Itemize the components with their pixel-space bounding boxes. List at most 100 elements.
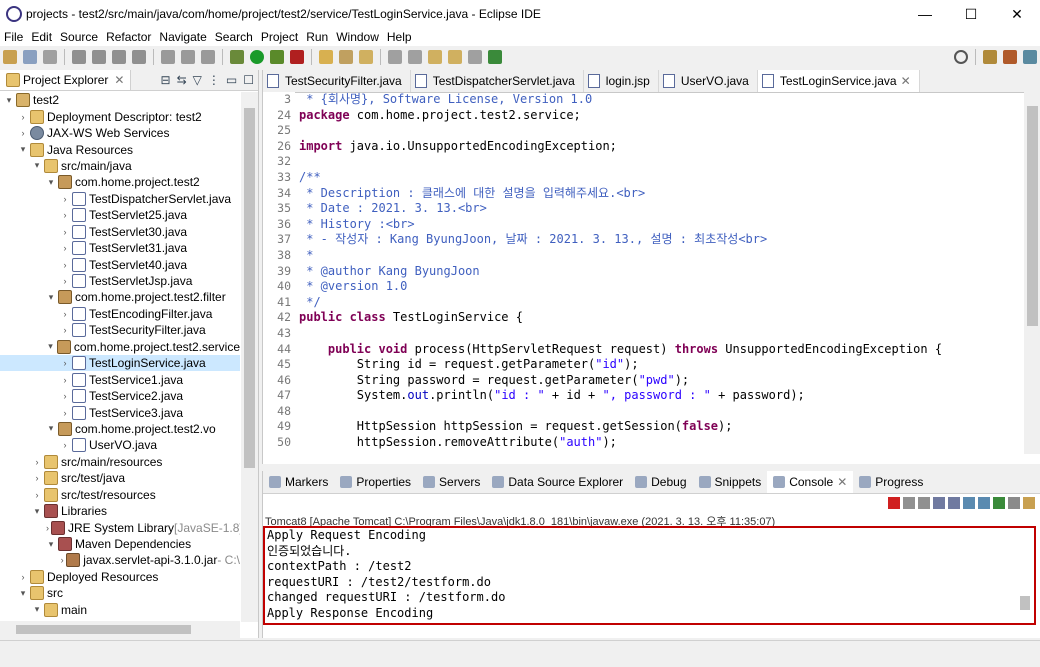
editor-tab[interactable]: TestDispatcherServlet.java: [411, 70, 584, 92]
close-icon[interactable]: ✕: [114, 73, 124, 87]
perspective-debug-icon[interactable]: [1003, 50, 1017, 64]
run-icon[interactable]: [250, 50, 264, 64]
tree-item[interactable]: › src/test/java: [0, 470, 240, 486]
collapse-arrow-icon[interactable]: ▾: [46, 539, 56, 550]
tree-item[interactable]: › TestSecurityFilter.java: [0, 322, 240, 338]
forward-icon[interactable]: [468, 50, 482, 64]
tree-item[interactable]: › TestService3.java: [0, 404, 240, 420]
terminate-icon[interactable]: [888, 497, 900, 509]
debug-icon[interactable]: [230, 50, 244, 64]
tree-item[interactable]: › src/main/resources: [0, 454, 240, 470]
tree-item[interactable]: › TestDispatcherServlet.java: [0, 191, 240, 207]
tree-item[interactable]: ▾ test2: [0, 92, 240, 108]
search-tool-icon[interactable]: [359, 50, 373, 64]
terminate-icon[interactable]: [112, 50, 126, 64]
collapse-arrow-icon[interactable]: ▾: [32, 604, 42, 615]
tree-item[interactable]: › TestLoginService.java: [0, 355, 240, 372]
menu-search[interactable]: Search: [211, 30, 257, 44]
suspend-icon[interactable]: [92, 50, 106, 64]
open-task-icon[interactable]: [339, 50, 353, 64]
explorer-vertical-scrollbar[interactable]: [241, 92, 258, 622]
expand-arrow-icon[interactable]: ›: [60, 375, 70, 385]
show-on-output-icon[interactable]: [963, 497, 975, 509]
expand-arrow-icon[interactable]: ›: [60, 194, 70, 204]
menu-edit[interactable]: Edit: [27, 30, 56, 44]
remove-all-icon[interactable]: [918, 497, 930, 509]
expand-arrow-icon[interactable]: ›: [46, 523, 49, 533]
step-return-icon[interactable]: [201, 50, 215, 64]
tree-item[interactable]: › Deployed Resources: [0, 569, 240, 585]
maximize-view-icon[interactable]: ☐: [243, 73, 254, 87]
minimize-view-icon[interactable]: ▭: [226, 73, 237, 87]
tree-item[interactable]: › TestServlet40.java: [0, 256, 240, 272]
close-icon[interactable]: ✕: [837, 475, 847, 489]
expand-arrow-icon[interactable]: ›: [60, 260, 70, 270]
expand-arrow-icon[interactable]: ›: [60, 309, 70, 319]
collapse-arrow-icon[interactable]: ▾: [32, 506, 42, 517]
expand-arrow-icon[interactable]: ›: [60, 358, 70, 368]
expand-arrow-icon[interactable]: ›: [60, 325, 70, 335]
code-area[interactable]: * {회사명}, Software License, Version 1.0 pa…: [299, 92, 1014, 454]
collapse-arrow-icon[interactable]: ▾: [18, 588, 28, 599]
tab-snippets[interactable]: Snippets: [693, 471, 768, 493]
remove-launch-icon[interactable]: [903, 497, 915, 509]
tab-progress[interactable]: Progress: [853, 471, 929, 493]
external-tools-icon[interactable]: [290, 50, 304, 64]
tree-item[interactable]: ▾ Maven Dependencies: [0, 536, 240, 552]
expand-arrow-icon[interactable]: ›: [18, 128, 28, 138]
tab-project-explorer[interactable]: Project Explorer ✕: [0, 70, 132, 90]
menu-run[interactable]: Run: [302, 30, 332, 44]
last-edit-icon[interactable]: [428, 50, 442, 64]
search-icon[interactable]: [954, 50, 968, 64]
tree-item[interactable]: › TestServlet31.java: [0, 240, 240, 256]
save-all-icon[interactable]: [43, 50, 57, 64]
expand-arrow-icon[interactable]: ›: [60, 555, 64, 565]
tree-item[interactable]: ▾ src: [0, 585, 240, 601]
coverage-icon[interactable]: [270, 50, 284, 64]
tree-item[interactable]: › JAX-WS Web Services: [0, 125, 240, 141]
close-button[interactable]: ✕: [994, 0, 1040, 28]
tree-item[interactable]: ▾ main: [0, 602, 240, 618]
menu-source[interactable]: Source: [56, 30, 102, 44]
collapse-all-icon[interactable]: ⊟: [161, 73, 171, 87]
filter-icon[interactable]: ▽: [193, 73, 202, 87]
tree-item[interactable]: ▾ src/main/java: [0, 158, 240, 174]
step-into-icon[interactable]: [161, 50, 175, 64]
scroll-lock-icon[interactable]: [948, 497, 960, 509]
tree-item[interactable]: ▾ Java Resources: [0, 141, 240, 157]
disconnect-icon[interactable]: [132, 50, 146, 64]
display-console-icon[interactable]: [1008, 497, 1020, 509]
tab-data-source-explorer[interactable]: Data Source Explorer: [486, 471, 629, 493]
next-annotation-icon[interactable]: [388, 50, 402, 64]
perspective-javaee-icon[interactable]: [983, 50, 997, 64]
clear-console-icon[interactable]: [933, 497, 945, 509]
view-menu-icon[interactable]: ⋮: [208, 73, 220, 87]
tab-console[interactable]: Console ✕: [767, 471, 854, 493]
tree-item[interactable]: ▾ com.home.project.test2.service: [0, 339, 240, 355]
collapse-arrow-icon[interactable]: ▾: [4, 95, 14, 106]
editor-tab[interactable]: TestLoginService.java ✕: [757, 70, 920, 92]
tree-item[interactable]: ▾ com.home.project.test2.vo: [0, 421, 240, 437]
console-output[interactable]: Apply Request Encoding 인증되었습니다. contextPat…: [263, 526, 1036, 625]
step-over-icon[interactable]: [181, 50, 195, 64]
tab-markers[interactable]: Markers: [263, 471, 334, 493]
maximize-button[interactable]: ☐: [948, 0, 994, 28]
menu-window[interactable]: Window: [332, 30, 383, 44]
expand-arrow-icon[interactable]: ›: [60, 227, 70, 237]
menu-navigate[interactable]: Navigate: [155, 30, 210, 44]
collapse-arrow-icon[interactable]: ▾: [46, 292, 56, 303]
editor-vertical-scrollbar[interactable]: [1024, 92, 1040, 454]
new-icon[interactable]: [3, 50, 17, 64]
tree-item[interactable]: › TestService2.java: [0, 388, 240, 404]
editor-tab[interactable]: TestSecurityFilter.java: [263, 70, 411, 92]
tree-item[interactable]: ▾ com.home.project.test2.filter: [0, 289, 240, 305]
expand-arrow-icon[interactable]: ›: [60, 408, 70, 418]
expand-arrow-icon[interactable]: ›: [60, 440, 70, 450]
pin-console-icon[interactable]: [993, 497, 1005, 509]
tree-item[interactable]: › TestService1.java: [0, 371, 240, 387]
tab-servers[interactable]: Servers: [417, 471, 486, 493]
collapse-arrow-icon[interactable]: ▾: [46, 341, 55, 352]
tree-item[interactable]: › TestServletJsp.java: [0, 273, 240, 289]
pin-editor-icon[interactable]: [488, 50, 502, 64]
open-type-icon[interactable]: [319, 50, 333, 64]
